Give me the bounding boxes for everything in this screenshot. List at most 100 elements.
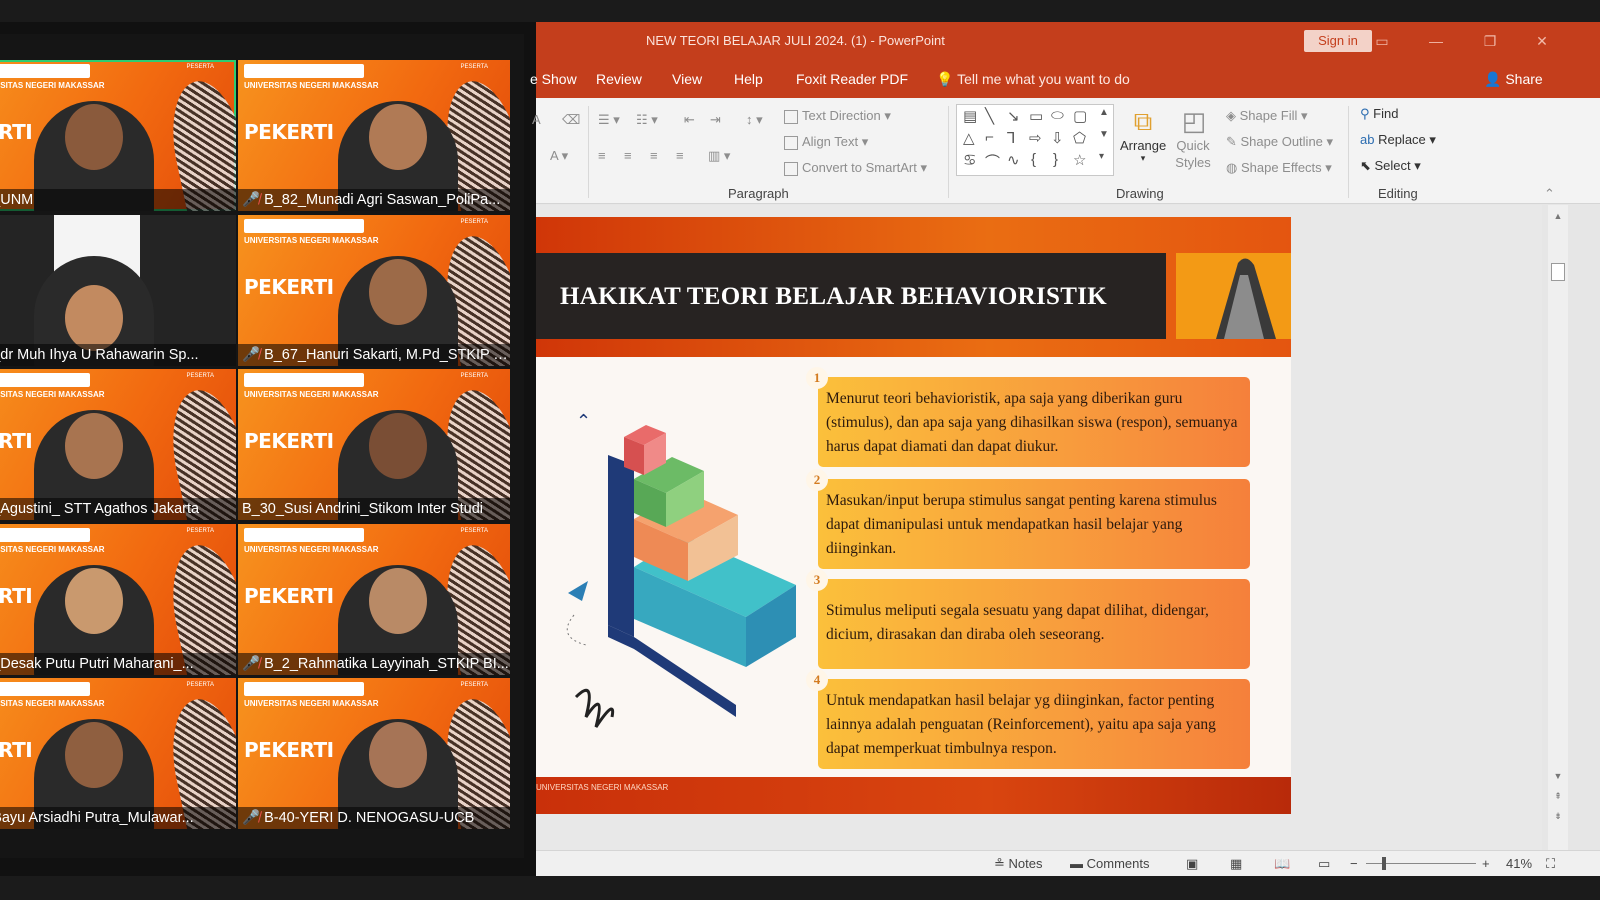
decrease-indent-icon[interactable]: ⇤ [684, 112, 695, 128]
find-button[interactable]: ⚲ Find [1360, 106, 1398, 122]
point-number-3: 3 [806, 569, 828, 591]
sign-in-button[interactable]: Sign in [1304, 30, 1372, 52]
triangle-shape-icon[interactable]: △ [963, 129, 975, 147]
quick-styles-button[interactable]: ◰ Quick Styles [1172, 106, 1216, 171]
participant-tile[interactable]: UNIVERSITAS NEGERI MAKASSAR PEKERTI PESERT… [238, 678, 510, 829]
convert-smartart-button[interactable]: Convert to SmartArt ▾ [784, 160, 927, 176]
zoom-slider-thumb[interactable] [1382, 857, 1386, 870]
shape-fill-button[interactable]: ◈ Shape Fill ▾ [1226, 108, 1308, 124]
normal-view-icon[interactable]: ▣ [1186, 856, 1198, 872]
rectangle-shape-icon[interactable]: ▭ [1029, 107, 1043, 125]
share-button[interactable]: 👤 Share [1484, 71, 1543, 88]
slide-sorter-icon[interactable]: ▦ [1230, 856, 1242, 872]
participant-name: B-40-YERI D. NENOGASU-UCB [264, 810, 475, 826]
shapes-gallery[interactable]: ▤ ╲ ↘ ▭ ⬭ ▢ △ ⌐ ⅂ ⇨ ⇩ ⬠ ♋ ⌒ ∿ { } ☆ ▲ ▼ … [956, 104, 1114, 176]
shape-outline-button[interactable]: ✎ Shape Outline ▾ [1226, 134, 1333, 150]
tab-view[interactable]: View [672, 71, 702, 87]
down-arrow-shape-icon[interactable]: ⇩ [1051, 129, 1064, 147]
text-direction-button[interactable]: Text Direction ▾ [784, 108, 891, 124]
next-slide-icon[interactable]: ⇟ [1551, 809, 1565, 823]
scroll-thumb[interactable] [1551, 263, 1565, 281]
justify-icon[interactable]: ≡ [676, 148, 684, 163]
point-box-1[interactable]: 1 Menurut teori behavioristik, apa saja … [806, 367, 1250, 467]
ribbon-display-icon[interactable]: ▭ [1370, 30, 1394, 52]
elbow-connector-icon[interactable]: ⅂ [1007, 129, 1015, 147]
increase-indent-icon[interactable]: ⇥ [710, 112, 721, 128]
previous-slide-icon[interactable]: ⇞ [1551, 789, 1565, 803]
participant-tile[interactable]: UNIVERSITAS NEGERI MAKASSAR PEKERTI PESERT… [238, 214, 510, 366]
gallery-scroll-down-icon[interactable]: ▼ [1099, 129, 1109, 140]
align-right-icon[interactable]: ≡ [650, 148, 658, 163]
right-arrow-shape-icon[interactable]: ⇨ [1029, 129, 1042, 147]
arc-shape-icon[interactable]: ⌒ [985, 151, 1000, 172]
comments-button[interactable]: ▬ Comments [1070, 856, 1149, 871]
left-brace-icon[interactable]: { [1031, 151, 1036, 168]
reading-view-icon[interactable]: 📖 [1274, 856, 1290, 872]
font-size-icon[interactable]: A [532, 112, 541, 127]
participant-tile[interactable]: UNIVERSITAS NEGERI MAKASSAR KERTI PESERTA a… [0, 60, 236, 211]
slideshow-view-icon[interactable]: ▭ [1318, 856, 1330, 872]
minimize-icon[interactable]: — [1424, 30, 1448, 52]
line-shape-icon[interactable]: ╲ [985, 107, 994, 125]
participant-tile[interactable]: UNIVERSITAS NEGERI MAKASSAR KERTI PESERTA _… [0, 523, 236, 675]
tab-help[interactable]: Help [734, 71, 763, 87]
freeform-shape-icon[interactable]: ♋ [963, 151, 976, 169]
peserta-badge: PESERTA [186, 64, 214, 70]
participant-tile[interactable]: UNIVERSITAS NEGERI MAKASSAR PEKERTI PESERT… [238, 523, 510, 675]
bullets-icon[interactable]: ☰ ▾ [598, 112, 620, 128]
align-left-icon[interactable]: ≡ [598, 148, 606, 163]
participant-tile[interactable]: UNIVERSITAS NEGERI MAKASSAR PEKERTI PESERT… [238, 369, 510, 520]
align-text-button[interactable]: Align Text ▾ [784, 134, 868, 150]
gallery-scroll-up-icon[interactable]: ▲ [1099, 107, 1109, 118]
textbox-shape-icon[interactable]: ▤ [963, 107, 977, 125]
participant-name-label: _5_Bayu Arsiadhi Putra_Mulawar... [0, 807, 236, 829]
participant-tile[interactable]: UNIVERSITAS NEGERI MAKASSAR PEKERTI PESERT… [238, 60, 510, 211]
right-brace-icon[interactable]: } [1053, 151, 1058, 168]
scroll-down-icon[interactable]: ▼ [1551, 769, 1565, 783]
font-color-icon[interactable]: A ▾ [550, 148, 568, 164]
select-button[interactable]: ⬉ Select ▾ [1360, 158, 1421, 174]
point-box-2[interactable]: 2 Masukan/input berupa stimulus sangat p… [806, 469, 1250, 569]
collapse-ribbon-icon[interactable]: ⌃ [1544, 186, 1555, 202]
participant-name: ahri_UNM [0, 192, 34, 208]
arrow-line-shape-icon[interactable]: ↘ [1007, 107, 1020, 125]
align-center-icon[interactable]: ≡ [624, 148, 632, 163]
university-text: UNIVERSITAS NEGERI MAKASSAR [0, 699, 105, 708]
title-bar: NEW TEORI BELAJAR JULI 2024. (1) - Power… [536, 22, 1600, 60]
pentagon-shape-icon[interactable]: ⬠ [1073, 129, 1086, 147]
tell-me-search[interactable]: 💡 Tell me what you want to do [936, 71, 1130, 88]
oval-shape-icon[interactable]: ⬭ [1051, 107, 1064, 124]
line-spacing-icon[interactable]: ↕ ▾ [746, 112, 763, 128]
numbering-icon[interactable]: ☷ ▾ [636, 112, 658, 128]
slide[interactable]: HAKIKAT TEORI BELAJAR BEHAVIORISTIK ⌃ 1 … [536, 217, 1291, 814]
notes-button[interactable]: ≗ Notes [994, 856, 1042, 872]
scroll-up-icon[interactable]: ▲ [1551, 209, 1565, 223]
clear-format-icon[interactable]: ⌫ [562, 112, 580, 128]
tab-review[interactable]: Review [596, 71, 642, 87]
zoom-level[interactable]: 41% [1506, 856, 1532, 871]
fit-to-window-icon[interactable]: ⛶ [1546, 856, 1555, 872]
tab-slide-show[interactable]: e Show [530, 71, 577, 87]
participant-tile[interactable]: UNIVERSITAS NEGERI MAKASSAR KERTI PESERTA _… [0, 369, 236, 520]
video-gallery-panel: UNIVERSITAS NEGERI MAKASSAR KERTI PESERTA a… [0, 34, 524, 858]
point-box-3[interactable]: 3 Stimulus meliputi segala sesuatu yang … [806, 569, 1250, 669]
shape-effects-button[interactable]: ◍ Shape Effects ▾ [1226, 160, 1332, 176]
curve-shape-icon[interactable]: ∿ [1007, 151, 1020, 169]
vertical-scrollbar[interactable]: ▲ ▼ ⇞ ⇟ [1548, 205, 1568, 850]
zoom-in-icon[interactable]: + [1482, 856, 1490, 871]
columns-icon[interactable]: ▥ ▾ [708, 148, 730, 164]
participant-tile[interactable]: _32_dr Muh Ihya U Rahawarin Sp... [0, 214, 236, 366]
gallery-more-icon[interactable]: ▾ [1099, 151, 1104, 162]
arrange-button[interactable]: ⧉ Arrange ▾ [1120, 106, 1166, 164]
star-shape-icon[interactable]: ☆ [1073, 151, 1086, 169]
restore-icon[interactable]: ❐ [1478, 30, 1502, 52]
participant-tile[interactable]: UNIVERSITAS NEGERI MAKASSAR KERTI PESERTA _… [0, 678, 236, 829]
point-box-4[interactable]: 4 Untuk mendapatkan hasil belajar yg dii… [806, 669, 1250, 769]
point-text-1: Menurut teori behavioristik, apa saja ya… [826, 390, 1238, 455]
connector-shape-icon[interactable]: ⌐ [985, 129, 994, 146]
replace-button[interactable]: ab Replace ▾ [1360, 132, 1436, 148]
tab-foxit-reader-pdf[interactable]: Foxit Reader PDF [796, 71, 908, 87]
zoom-out-icon[interactable]: − [1350, 856, 1358, 871]
rounded-rect-shape-icon[interactable]: ▢ [1073, 107, 1087, 125]
close-icon[interactable]: ✕ [1530, 30, 1554, 52]
